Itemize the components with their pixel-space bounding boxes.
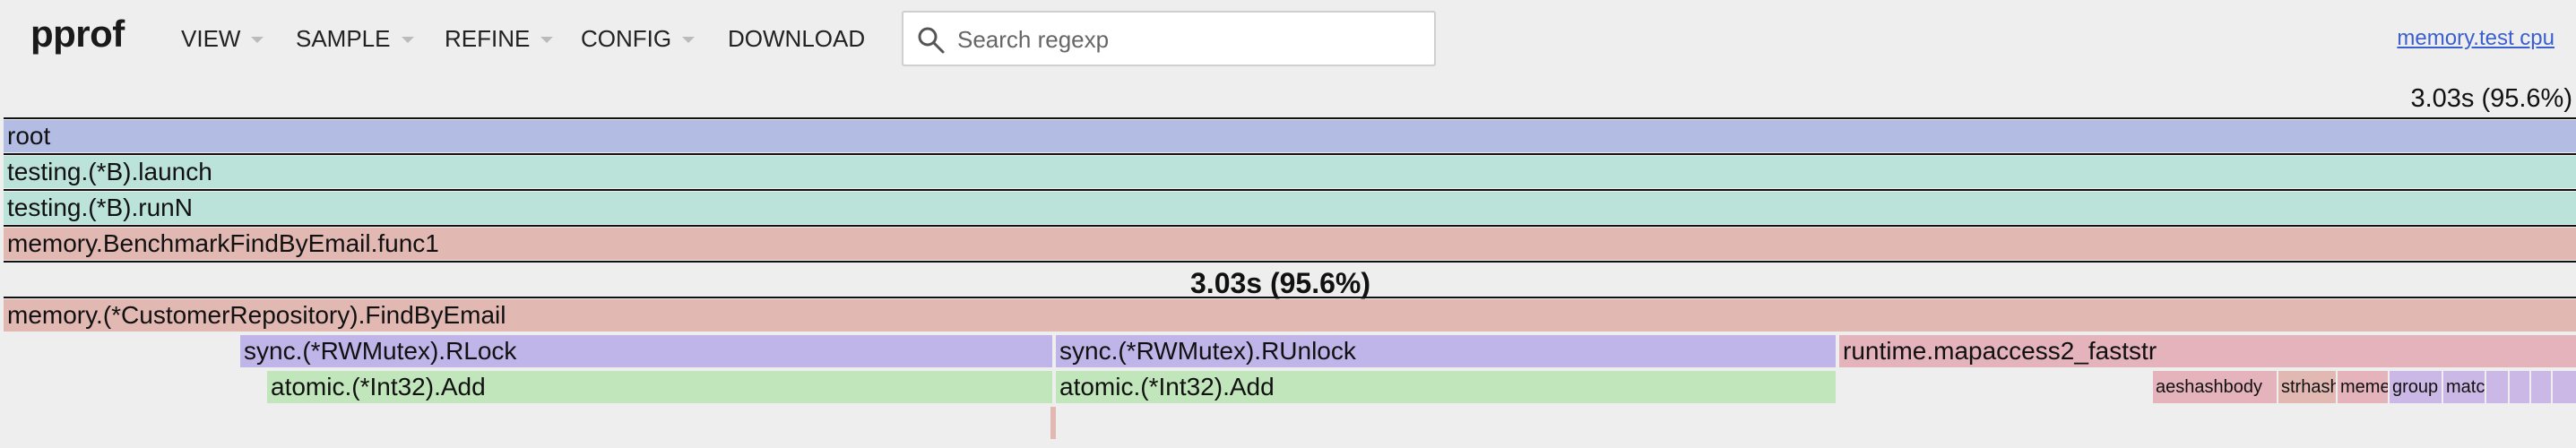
row-divider <box>4 297 2576 298</box>
frame-group[interactable]: group <box>2390 371 2442 403</box>
frame-root[interactable]: root <box>4 120 2576 152</box>
search-input[interactable] <box>955 22 1425 57</box>
row-divider <box>4 117 2576 119</box>
frame-mapaccess2-faststr[interactable]: runtime.mapaccess2_faststr <box>1839 335 2576 367</box>
refine-menu[interactable]: REFINE <box>445 25 554 53</box>
view-menu[interactable]: VIEW <box>181 25 264 53</box>
frame-small[interactable] <box>2486 371 2508 403</box>
frame-small[interactable] <box>2531 371 2551 403</box>
toolbar: pprof VIEW SAMPLE REFINE CONFIG DOWNLOAD… <box>0 0 2576 81</box>
frame-atomic-add[interactable]: atomic.(*Int32).Add <box>1056 371 1836 403</box>
row-divider <box>4 261 2576 263</box>
row-divider <box>4 225 2576 227</box>
search-icon <box>918 27 945 54</box>
selected-frame-stat: 3.03s (95.6%) <box>1190 267 1371 299</box>
view-menu-label: VIEW <box>181 25 241 52</box>
frame-benchmark-func1[interactable]: memory.BenchmarkFindByEmail.func1 <box>4 228 2576 260</box>
row-divider <box>4 189 2576 191</box>
frame-aeshashbody[interactable]: aeshashbody <box>2153 371 2277 403</box>
pprof-logo: pprof <box>30 13 125 55</box>
config-menu[interactable]: CONFIG <box>581 25 696 53</box>
config-menu-label: CONFIG <box>581 25 672 52</box>
frame-testing-launch[interactable]: testing.(*B).launch <box>4 156 2576 188</box>
chevron-down-icon <box>251 37 264 43</box>
frame-match[interactable]: match <box>2443 371 2485 403</box>
frame-small[interactable] <box>2510 371 2529 403</box>
frame-rwmutex-rlock[interactable]: sync.(*RWMutex).RLock <box>240 335 1052 367</box>
profile-link[interactable]: memory.test cpu <box>2217 26 2576 51</box>
chevron-down-icon <box>682 37 696 43</box>
frame-atomic-add[interactable]: atomic.(*Int32).Add <box>267 371 1052 403</box>
sample-menu-label: SAMPLE <box>296 25 391 52</box>
frame-testing-runn[interactable]: testing.(*B).runN <box>4 192 2576 224</box>
frame-tiny[interactable] <box>1050 407 1056 439</box>
total-time-label: 3.03s (95.6%) <box>2410 84 2572 113</box>
frame-memequal[interactable]: memequal <box>2338 371 2388 403</box>
frame-strhash[interactable]: strhash <box>2278 371 2336 403</box>
refine-menu-label: REFINE <box>445 25 531 52</box>
chevron-down-icon <box>401 37 414 43</box>
row-divider <box>4 153 2576 155</box>
frame-find-by-email[interactable]: memory.(*CustomerRepository).FindByEmail <box>4 299 2576 332</box>
frame-rwmutex-runlock[interactable]: sync.(*RWMutex).RUnlock <box>1056 335 1836 367</box>
download-menu[interactable]: DOWNLOAD <box>728 25 865 53</box>
search-box[interactable] <box>902 11 1436 66</box>
frame-small[interactable] <box>2553 371 2576 403</box>
chevron-down-icon <box>540 37 554 43</box>
download-menu-label: DOWNLOAD <box>728 25 866 52</box>
sample-menu[interactable]: SAMPLE <box>296 25 414 53</box>
